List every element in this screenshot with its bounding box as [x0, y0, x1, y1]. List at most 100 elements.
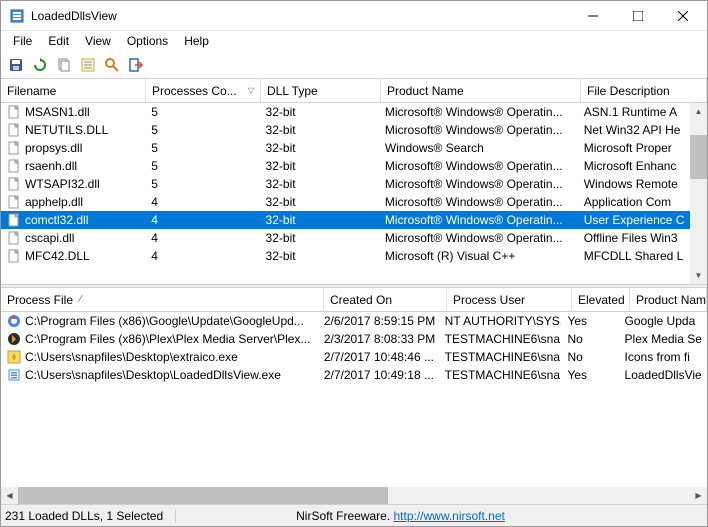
- cell-product: Microsoft® Windows® Operatin...: [379, 176, 578, 192]
- cell-dlltype: 32-bit: [260, 194, 379, 210]
- cell-dlltype: 32-bit: [260, 230, 379, 246]
- table-row[interactable]: C:\Program Files (x86)\Plex\Plex Media S…: [1, 330, 707, 348]
- find-icon[interactable]: [101, 54, 123, 76]
- cell-user: NT AUTHORITY\SYS...: [439, 313, 562, 329]
- close-button[interactable]: [660, 1, 705, 31]
- scroll-left-icon[interactable]: ◀: [1, 487, 18, 504]
- dll-rows[interactable]: MSASN1.dll532-bitMicrosoft® Windows® Ope…: [1, 103, 707, 284]
- col-created[interactable]: Created On: [324, 288, 447, 311]
- table-row[interactable]: MSASN1.dll532-bitMicrosoft® Windows® Ope…: [1, 103, 707, 121]
- cell-elevated: Yes: [561, 313, 618, 329]
- status-label: NirSoft Freeware.: [296, 509, 393, 523]
- cell-dlltype: 32-bit: [260, 122, 379, 138]
- cell-dlltype: 32-bit: [260, 140, 379, 156]
- cell-user: TESTMACHINE6\sna...: [439, 349, 562, 365]
- scroll-right-icon[interactable]: ▶: [690, 487, 707, 504]
- cell-processes: 4: [145, 248, 259, 264]
- cell-created: 2/6/2017 8:59:15 PM: [318, 313, 439, 329]
- scroll-down-icon[interactable]: ▼: [690, 267, 707, 284]
- file-icon: [7, 123, 21, 137]
- cell-created: 2/3/2017 8:08:33 PM: [318, 331, 439, 347]
- process-hscroll[interactable]: ◀ ▶: [1, 487, 707, 504]
- cell-filedesc: Application Com: [578, 194, 707, 210]
- menu-view[interactable]: View: [77, 32, 119, 50]
- cell-filename: WTSAPI32.dll: [1, 176, 145, 192]
- cell-dlltype: 32-bit: [260, 248, 379, 264]
- menubar: File Edit View Options Help: [1, 31, 707, 51]
- hscroll-track[interactable]: [18, 487, 690, 504]
- col-filename[interactable]: Filename: [1, 79, 146, 102]
- col-product[interactable]: Product Name: [381, 79, 581, 102]
- process-icon: [7, 314, 21, 328]
- cell-product2: Plex Media Se: [619, 331, 707, 347]
- nirsoft-link[interactable]: http://www.nirsoft.net: [393, 509, 504, 523]
- process-icon: [7, 368, 21, 382]
- col-processes[interactable]: Processes Co...▽: [146, 79, 261, 102]
- cell-processes: 5: [145, 158, 259, 174]
- hscroll-thumb[interactable]: [18, 487, 388, 504]
- table-row[interactable]: NETUTILS.DLL532-bitMicrosoft® Windows® O…: [1, 121, 707, 139]
- col-dlltype[interactable]: DLL Type: [261, 79, 381, 102]
- cell-dlltype: 32-bit: [260, 104, 379, 120]
- cell-dlltype: 32-bit: [260, 176, 379, 192]
- table-row[interactable]: C:\Users\snapfiles\Desktop\LoadedDllsVie…: [1, 366, 707, 384]
- cell-filename: comctl32.dll: [1, 212, 145, 228]
- cell-filedesc: MFCDLL Shared L: [578, 248, 707, 264]
- cell-elevated: No: [561, 331, 618, 347]
- menu-edit[interactable]: Edit: [40, 32, 77, 50]
- scroll-track[interactable]: [690, 120, 707, 267]
- cell-filename: MFC42.DLL: [1, 248, 145, 264]
- col-user[interactable]: Process User: [447, 288, 572, 311]
- col-filedesc[interactable]: File Description: [581, 79, 707, 102]
- titlebar: LoadedDllsView: [1, 1, 707, 31]
- save-icon[interactable]: [5, 54, 27, 76]
- table-row[interactable]: rsaenh.dll532-bitMicrosoft® Windows® Ope…: [1, 157, 707, 175]
- maximize-button[interactable]: [615, 1, 660, 31]
- statusbar: 231 Loaded DLLs, 1 Selected NirSoft Free…: [1, 504, 707, 526]
- cell-user: TESTMACHINE6\sna...: [439, 331, 562, 347]
- minimize-button[interactable]: [570, 1, 615, 31]
- dll-vscroll[interactable]: ▲ ▼: [690, 103, 707, 284]
- cell-user: TESTMACHINE6\sna...: [439, 367, 562, 383]
- col-elevated[interactable]: Elevated: [572, 288, 630, 311]
- menu-options[interactable]: Options: [119, 32, 176, 50]
- col-processfile[interactable]: Process File ∕: [1, 288, 324, 311]
- cell-filedesc: Offline Files Win3: [578, 230, 707, 246]
- process-rows[interactable]: C:\Program Files (x86)\Google\Update\Goo…: [1, 312, 707, 487]
- refresh-icon[interactable]: [29, 54, 51, 76]
- cell-processfile: C:\Program Files (x86)\Plex\Plex Media S…: [1, 331, 318, 347]
- table-row[interactable]: apphelp.dll432-bitMicrosoft® Windows® Op…: [1, 193, 707, 211]
- cell-elevated: Yes: [561, 367, 618, 383]
- menu-file[interactable]: File: [5, 32, 40, 50]
- properties-icon[interactable]: [77, 54, 99, 76]
- col-product2[interactable]: Product Nam: [630, 288, 707, 311]
- table-row[interactable]: WTSAPI32.dll532-bitMicrosoft® Windows® O…: [1, 175, 707, 193]
- scroll-thumb[interactable]: [690, 135, 707, 179]
- cell-product: Microsoft® Windows® Operatin...: [379, 212, 578, 228]
- process-icon: [7, 332, 21, 346]
- exit-icon[interactable]: [125, 54, 147, 76]
- menu-help[interactable]: Help: [176, 32, 217, 50]
- table-row[interactable]: C:\Program Files (x86)\Google\Update\Goo…: [1, 312, 707, 330]
- cell-product2: LoadedDllsVie: [619, 367, 707, 383]
- scroll-up-icon[interactable]: ▲: [690, 103, 707, 120]
- file-icon: [7, 105, 21, 119]
- file-icon: [7, 177, 21, 191]
- col-processes-label: Processes Co...: [152, 84, 237, 98]
- cell-processes: 5: [145, 176, 259, 192]
- cell-filename: apphelp.dll: [1, 194, 145, 210]
- cell-processfile: C:\Program Files (x86)\Google\Update\Goo…: [1, 313, 318, 329]
- table-row[interactable]: comctl32.dll432-bitMicrosoft® Windows® O…: [1, 211, 707, 229]
- cell-filedesc: Net Win32 API He: [578, 122, 707, 138]
- table-row[interactable]: C:\Users\snapfiles\Desktop\extraico.exe2…: [1, 348, 707, 366]
- file-icon: [7, 249, 21, 263]
- copy-icon[interactable]: [53, 54, 75, 76]
- cell-elevated: No: [561, 349, 618, 365]
- table-row[interactable]: propsys.dll532-bitWindows® SearchMicroso…: [1, 139, 707, 157]
- table-row[interactable]: MFC42.DLL432-bitMicrosoft (R) Visual C++…: [1, 247, 707, 265]
- cell-processfile: C:\Users\snapfiles\Desktop\LoadedDllsVie…: [1, 367, 318, 383]
- cell-processes: 4: [145, 194, 259, 210]
- cell-filedesc: Windows Remote: [578, 176, 707, 192]
- dll-header: Filename Processes Co...▽ DLL Type Produ…: [1, 79, 707, 103]
- table-row[interactable]: cscapi.dll432-bitMicrosoft® Windows® Ope…: [1, 229, 707, 247]
